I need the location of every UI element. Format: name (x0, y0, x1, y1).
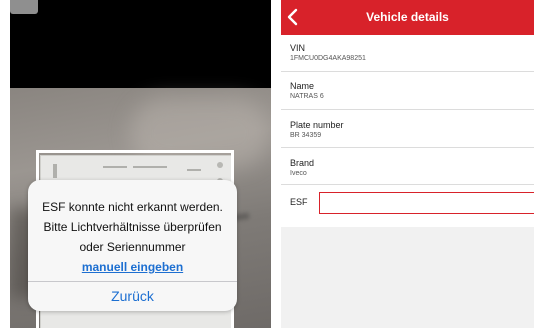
dialog-message-line-3: oder Seriennummer (79, 240, 186, 254)
app-header: Vehicle details (281, 0, 534, 35)
manual-entry-link[interactable]: manuell eingeben (28, 257, 237, 277)
field-plate-number: Plate number BR 34359 (281, 110, 534, 148)
field-name: Name NATRAS 6 (281, 72, 534, 110)
esf-input[interactable] (319, 192, 534, 214)
dialog-message-line-2: Bitte Lichtverhältnisse überprüfen (43, 220, 222, 234)
back-button[interactable]: Zurück (28, 282, 237, 311)
field-value: NATRAS 6 (290, 93, 324, 100)
esf-label: ESF (290, 197, 308, 207)
dialog-message: ESF konnte nicht erkannt werden. Bitte L… (28, 180, 237, 277)
field-label: Name (290, 81, 315, 91)
field-value: 1FMCU0DG4AKA98251 (290, 55, 366, 62)
field-brand: Brand Iveco (281, 148, 534, 185)
field-label: VIN (290, 43, 306, 53)
field-label: Brand (290, 158, 315, 168)
field-vin: VIN 1FMCU0DG4AKA98251 (281, 35, 534, 72)
recognition-error-dialog: ESF konnte nicht erkannt werden. Bitte L… (28, 180, 237, 311)
field-value: Iveco (290, 170, 307, 177)
field-value: BR 34359 (290, 132, 322, 139)
dialog-message-line-1: ESF konnte nicht erkannt werden. (42, 200, 223, 214)
field-esf: ESF (281, 185, 534, 223)
camera-scanner-screen: ESF konnte nicht erkannt werden. Bitte L… (10, 0, 271, 328)
field-label: Plate number (290, 120, 344, 130)
page-title: Vehicle details (366, 10, 449, 24)
vehicle-details-screen: Vehicle details VIN 1FMCU0DG4AKA98251 Na… (281, 0, 534, 328)
vehicle-details-list: VIN 1FMCU0DG4AKA98251 Name NATRAS 6 Plat… (281, 35, 534, 223)
camera-toolbar-button[interactable] (10, 0, 38, 14)
empty-area (281, 227, 534, 328)
